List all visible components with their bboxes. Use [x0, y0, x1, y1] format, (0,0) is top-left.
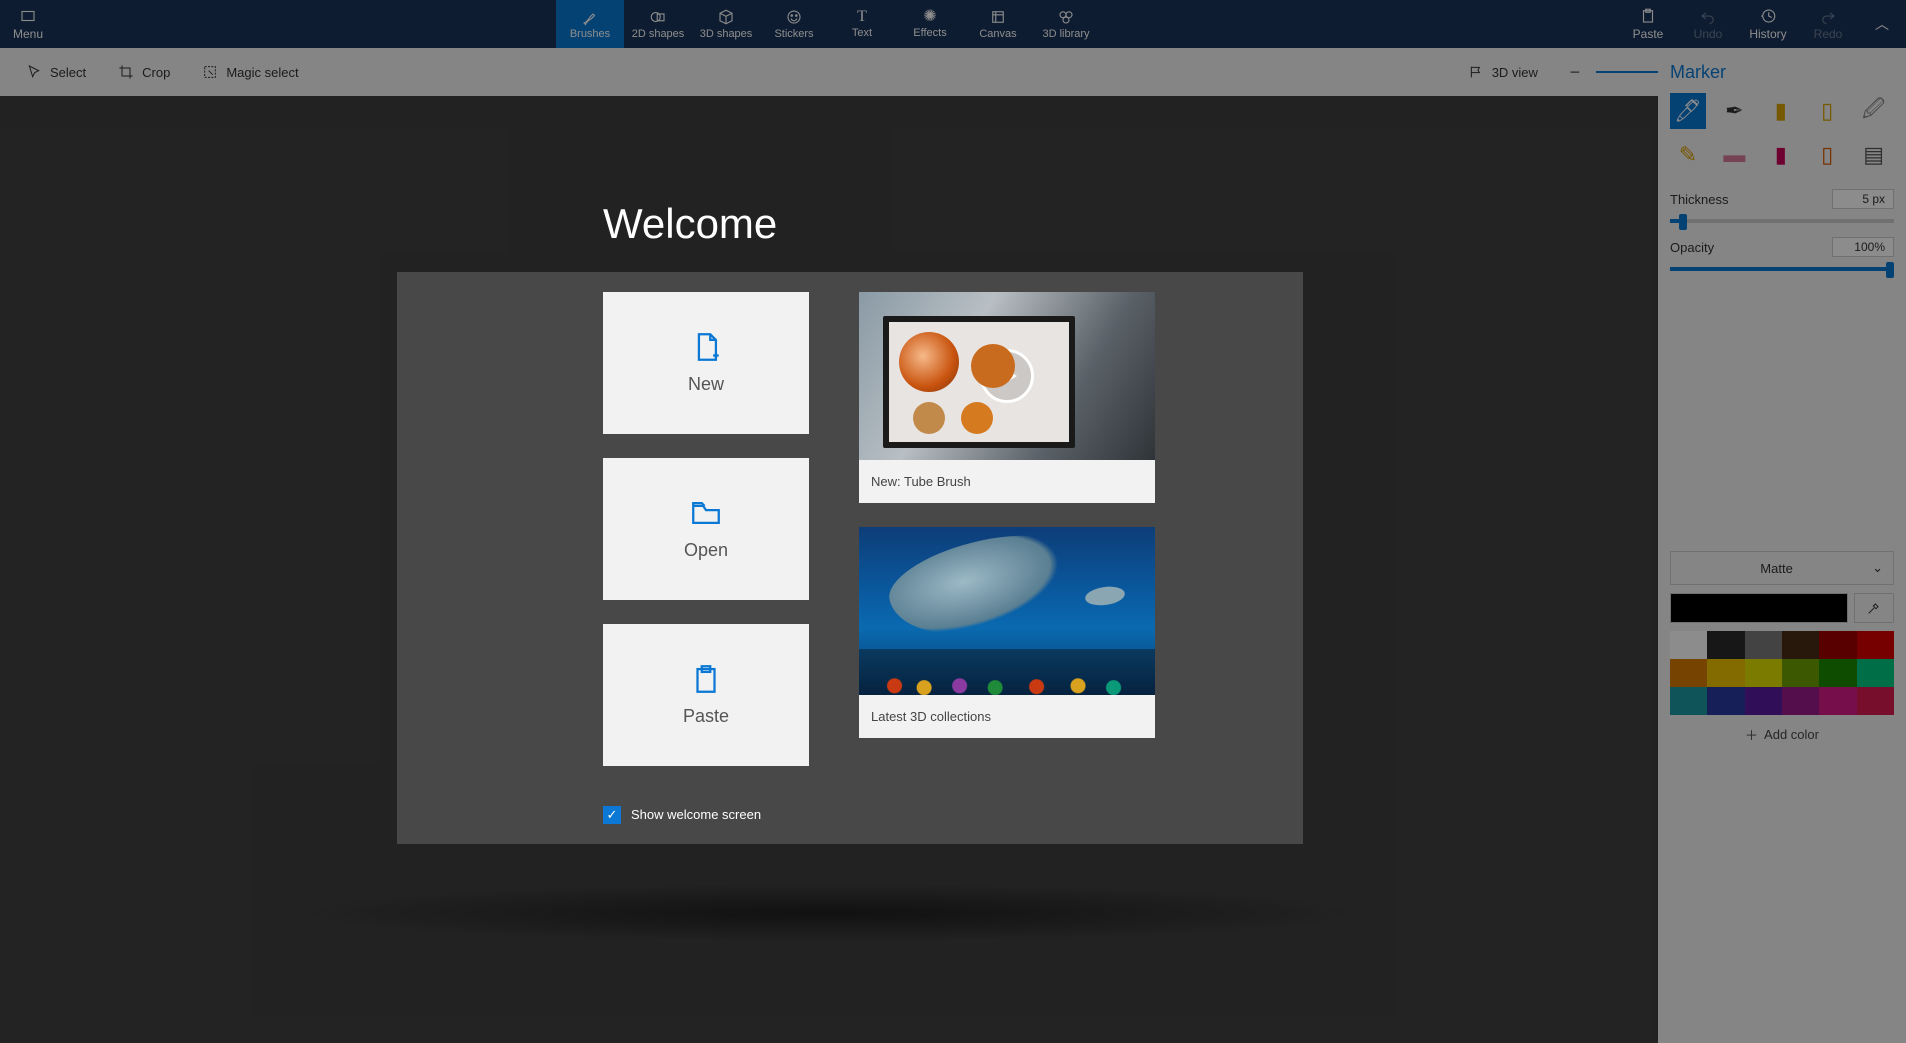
new-file-icon [689, 330, 723, 364]
welcome-dialog: Welcome New Open Paste ✓ Show welcome sc… [603, 200, 1303, 844]
welcome-new-button[interactable]: New [603, 292, 809, 434]
feature-thumbnail [859, 527, 1155, 695]
play-icon [980, 349, 1034, 403]
welcome-title: Welcome [603, 200, 1303, 248]
feature-video-thumbnail [859, 292, 1155, 460]
welcome-feature-3d-collections[interactable]: Latest 3D collections [859, 527, 1155, 738]
show-welcome-label: Show welcome screen [631, 807, 761, 822]
show-welcome-checkbox[interactable]: ✓ [603, 806, 621, 824]
welcome-feature-tube-brush[interactable]: New: Tube Brush [859, 292, 1155, 503]
folder-icon [689, 496, 723, 530]
welcome-paste-button[interactable]: Paste [603, 624, 809, 766]
welcome-open-button[interactable]: Open [603, 458, 809, 600]
clipboard-icon [689, 662, 723, 696]
